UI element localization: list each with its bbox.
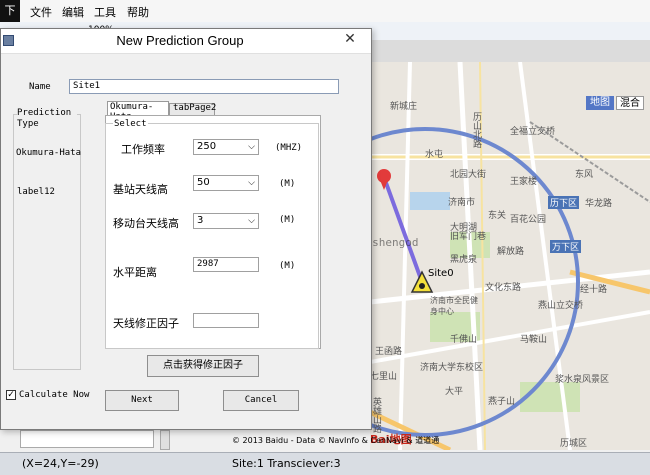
menu-tools[interactable]: 工具 bbox=[94, 4, 116, 20]
horizontal-distance-input[interactable]: 2987 bbox=[193, 257, 259, 272]
mobile-antenna-height-unit: (M) bbox=[279, 215, 296, 225]
map-label: 新城庄 bbox=[390, 102, 418, 112]
map-label: 经十路 bbox=[580, 285, 608, 295]
site-label: Site0 bbox=[428, 268, 454, 279]
map-label: 东风 bbox=[575, 170, 594, 180]
map-label: 华龙路 bbox=[585, 199, 613, 209]
splitter-handle[interactable] bbox=[160, 430, 170, 450]
horizontal-distance-unit: (M) bbox=[279, 261, 296, 271]
prediction-type-label: Prediction Type bbox=[17, 108, 77, 130]
map-label: 大平 bbox=[445, 387, 464, 397]
menu-help[interactable]: 帮助 bbox=[127, 4, 149, 20]
map-label: 马鞍山 bbox=[520, 335, 548, 345]
map-label: 历下区 bbox=[548, 196, 580, 209]
status-bar: (X=24,Y=-29) Site:1 Transciever:3 bbox=[0, 452, 650, 475]
map-panel-header bbox=[370, 40, 650, 63]
map-label: 百花公园 bbox=[510, 215, 547, 225]
map-label: 东关 bbox=[488, 211, 507, 221]
map-label: 济南市 bbox=[448, 198, 476, 208]
next-button[interactable]: Next bbox=[105, 390, 179, 411]
background-input[interactable] bbox=[20, 430, 154, 448]
map-label: 全福立交桥 bbox=[510, 127, 556, 137]
name-input[interactable]: Site1 bbox=[69, 79, 339, 94]
base-antenna-height-label: 基站天线高 bbox=[113, 183, 168, 196]
map-label: 燕山立交桥 bbox=[538, 301, 584, 311]
chevron-down-icon: ⌵ bbox=[248, 216, 255, 226]
map-label: 王函路 bbox=[375, 347, 403, 357]
calculate-now-label: Calculate Now bbox=[19, 390, 90, 400]
select-group-label: Select bbox=[113, 119, 148, 129]
status-info: Site:1 Transciever:3 bbox=[232, 457, 341, 470]
tab-okumura-hata[interactable]: Okumura-Hata bbox=[107, 101, 169, 122]
map-label: 万下区 bbox=[550, 240, 582, 253]
map-label: 王家楼 bbox=[510, 177, 538, 187]
base-antenna-height-unit: (M) bbox=[279, 179, 296, 189]
status-coords: (X=24,Y=-29) bbox=[22, 457, 99, 470]
map-label: 济南大学东校区 bbox=[420, 363, 484, 373]
label12: label12 bbox=[17, 187, 55, 197]
chevron-down-icon: ⌵ bbox=[248, 142, 255, 152]
map-label: 解放路 bbox=[497, 247, 525, 257]
close-icon[interactable]: ✕ bbox=[333, 29, 367, 49]
map-label: 济南市全民健身中心 bbox=[430, 296, 478, 316]
map-view[interactable]: Site0 新城庄 历山北路 全福立交桥 水屯 北园大街 王家楼 东风 历下区 … bbox=[370, 62, 650, 450]
map-label: 文化东路 bbox=[485, 283, 522, 293]
map-mode-hybrid-button[interactable]: 混合 bbox=[616, 96, 644, 110]
frequency-combo[interactable]: 250 ⌵ bbox=[193, 139, 259, 155]
cancel-button[interactable]: Cancel bbox=[223, 390, 299, 411]
base-antenna-height-combo[interactable]: 50 ⌵ bbox=[193, 175, 259, 191]
mobile-antenna-height-combo[interactable]: 3 ⌵ bbox=[193, 213, 259, 229]
menu-edit[interactable]: 编辑 bbox=[62, 4, 84, 20]
name-label: Name bbox=[29, 82, 51, 92]
map-label: 历山北路 bbox=[471, 112, 481, 148]
calculate-now-checkbox[interactable]: ✓ bbox=[6, 390, 16, 400]
frequency-label: 工作频率 bbox=[121, 143, 165, 156]
map-label: 千佛山 bbox=[450, 335, 478, 345]
app-logo: 下 bbox=[0, 0, 20, 22]
map-copyright: © 2013 Baidu - Data © NavInfo & CenNavi … bbox=[232, 436, 440, 445]
antenna-correction-label: 天线修正因子 bbox=[113, 317, 179, 330]
frequency-unit: (MHZ) bbox=[275, 143, 303, 153]
chevron-down-icon: ⌵ bbox=[248, 178, 255, 188]
menu-file[interactable]: 文件 bbox=[30, 4, 52, 20]
map-label: 历城区 bbox=[560, 439, 588, 449]
tab-page2[interactable]: tabPage2 bbox=[169, 103, 216, 115]
get-correction-button[interactable]: 点击获得修正因子 bbox=[147, 355, 259, 377]
map-label: 浆水泉风景区 bbox=[555, 375, 610, 385]
map-label: 黑虎泉 bbox=[450, 255, 478, 265]
map-label: 燕子山 bbox=[488, 397, 516, 407]
map-label: 水屯 bbox=[425, 150, 444, 160]
antenna-correction-input[interactable] bbox=[193, 313, 259, 328]
new-prediction-group-dialog: New Prediction Group ✕ Name Site1 Predic… bbox=[0, 28, 372, 430]
map-label: 北园大街 bbox=[450, 170, 487, 180]
mobile-antenna-height-label: 移动台天线高 bbox=[113, 217, 179, 230]
map-mode-map-button[interactable]: 地图 bbox=[586, 96, 614, 110]
model-option[interactable]: Okumura-Hata bbox=[16, 148, 81, 158]
horizontal-distance-label: 水平距离 bbox=[113, 266, 157, 279]
map-label: 七里山 bbox=[370, 372, 398, 382]
map-label: 旧军门巷 bbox=[450, 232, 487, 242]
dialog-title: New Prediction Group bbox=[116, 33, 244, 48]
